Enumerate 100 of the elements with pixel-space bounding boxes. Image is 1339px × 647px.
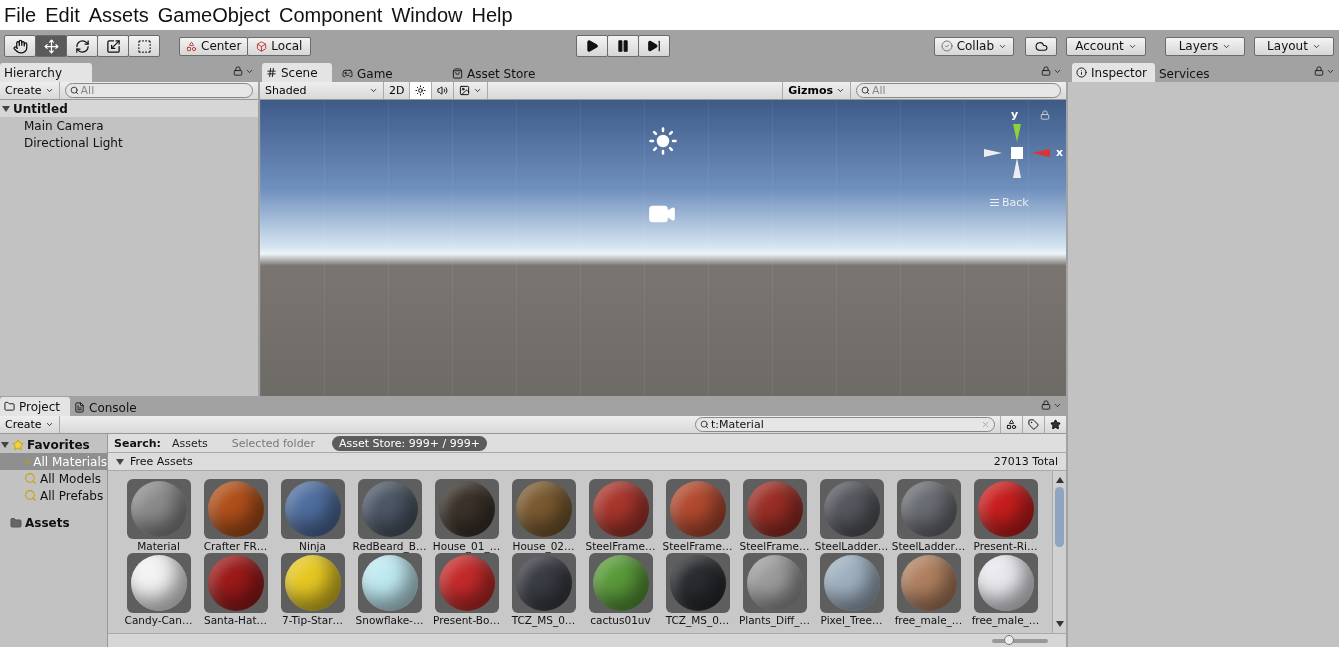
asset-name: Plants_Diff_… [738,614,811,626]
tree-item[interactable]: All Prefabs [0,487,107,504]
panel-tab[interactable]: Services [1155,65,1225,82]
star-icon [12,438,24,451]
menu-item[interactable]: Assets [86,3,156,27]
asset-name: Pixel_Tree… [820,614,883,626]
search-icon [24,489,37,502]
search-icon [700,420,709,429]
scale-tool-button[interactable] [97,35,129,57]
asset-name: RedBeard_B… [352,540,427,552]
grid-icon [266,67,277,78]
rotate-tool-button[interactable] [66,35,98,57]
hand-icon [12,38,28,54]
asset-name: Present-Ri… [973,540,1038,552]
lock-icon[interactable] [1040,110,1050,120]
axis-label: x [1056,146,1064,159]
light-icon [648,126,678,156]
search-icon [24,472,37,485]
shapes-icon [186,40,197,52]
folder-icon [4,401,15,412]
lock-icon[interactable] [1041,400,1051,410]
menu-item[interactable]: Help [469,3,520,27]
search-input[interactable]: t:Material [711,418,979,431]
layers-button[interactable]: Layers [1165,36,1245,56]
pause-button[interactable] [606,35,639,57]
move-tool-button[interactable] [35,35,67,57]
menu-item[interactable]: File [2,3,44,27]
layout-button[interactable]: Layout [1254,36,1334,56]
cube-icon [256,40,268,52]
info-icon [1076,67,1087,78]
search-input[interactable]: All [80,84,248,97]
panel-tab[interactable]: Inspector [1072,63,1155,82]
tree-item[interactable]: Untitled [0,100,258,117]
search-field[interactable]: All [64,83,253,98]
search-scope-tab[interactable]: Selected folder [224,435,322,451]
gizmos-dropdown[interactable]: Gizmos [782,82,851,99]
rotation-button[interactable]: Local [247,36,312,56]
zoom-slider[interactable] [992,638,1048,643]
panel-tab[interactable]: Project [0,397,70,416]
scrollbar[interactable] [1052,471,1066,633]
search-icon [861,86,870,95]
caret-icon [836,86,845,95]
speaker-icon [437,85,449,96]
cloud-button[interactable] [1025,36,1057,56]
section-header[interactable]: Free Assets 27013 Total [108,453,1066,471]
search-field[interactable]: All [856,83,1061,98]
tag-icon [1028,419,1039,430]
lighting-toggle[interactable] [410,82,433,99]
collab-button[interactable]: Collab [933,36,1014,56]
axis-label: y [1011,108,1019,121]
pivot-button[interactable]: Center [179,36,249,56]
asset-name: free_male_… [971,614,1040,626]
shading-dropdown[interactable]: Shaded [260,82,384,99]
asset-name: cactus01uv [590,614,651,626]
asset-name: SteelLadder… [891,540,966,552]
asset-name: SteelFrame… [662,540,733,552]
tree-item[interactable]: All Models [0,470,107,487]
asset-name: House_01_… [432,540,501,552]
search-input[interactable]: All [872,84,1056,97]
menu-item[interactable]: Window [389,3,470,27]
search-icon [69,86,79,95]
image-icon [459,85,471,96]
menu-item[interactable]: Component [277,3,390,27]
menu-item[interactable]: GameObject [155,3,277,27]
search-label: Search: [114,436,161,450]
tree-item[interactable]: Main Camera [0,117,258,134]
play-button[interactable] [575,35,608,57]
panel-tab[interactable]: Game [338,65,408,82]
asset-name: Present-Bo… [433,614,500,626]
asset-name: TCZ_MS_0… [511,614,576,626]
search-field[interactable]: t:Material [695,417,995,432]
asset-name: Material [137,540,180,552]
search-scope-tab[interactable]: Assets [165,435,215,451]
tree-item[interactable]: Assets [0,514,107,531]
asset-name: SteelFrame… [585,540,656,552]
rect-tool-button[interactable] [128,35,160,57]
scene-view[interactable]: y x Back [260,100,1066,396]
lock-icon[interactable] [233,66,243,76]
lock-icon[interactable] [1041,66,1051,76]
step-button[interactable] [637,35,670,57]
account-button[interactable]: Account [1066,36,1146,56]
create-dropdown[interactable]: Create [0,416,60,433]
search-scope-tab[interactable]: Asset Store: 999+ / 999+ [331,435,487,451]
tree-item[interactable]: Directional Light [0,134,258,151]
panel-tab[interactable]: Scene [262,63,332,82]
scale-icon [105,38,121,54]
document-icon [74,402,85,413]
panel-tab[interactable]: Hierarchy [0,63,92,82]
rotate-icon [74,38,90,54]
panel-tab[interactable]: Console [70,399,145,416]
slider-thumb[interactable] [1003,634,1014,645]
caret-icon [44,420,54,429]
hand-tool-button[interactable] [4,35,36,57]
lock-icon[interactable] [1314,66,1324,76]
panel-tab[interactable]: Asset Store [448,65,544,82]
create-dropdown[interactable]: Create [0,82,60,99]
caret-icon [473,86,483,95]
menu-item[interactable]: Edit [43,3,87,27]
star-icon [1050,419,1061,430]
menu-icon [990,199,999,206]
